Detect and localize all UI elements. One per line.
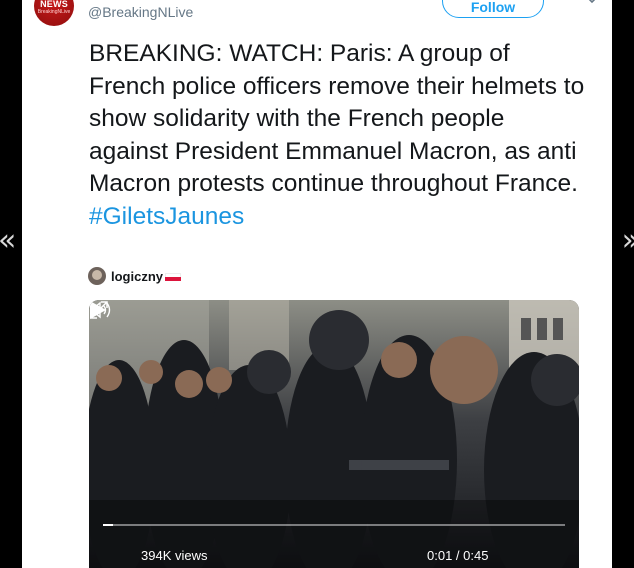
view-count: 394K views [141, 548, 208, 563]
hashtag-link[interactable]: #GiletsJaunes [89, 203, 244, 230]
tweet-card: NEWS BreakingNLive @BreakingNLive Follow… [22, 0, 612, 568]
chevron-down-icon[interactable] [586, 0, 598, 4]
account-handle[interactable]: @BreakingNLive [88, 4, 193, 20]
expand-icon[interactable] [89, 300, 109, 320]
quoted-author-name: logiczny [111, 268, 164, 284]
video-progress-bar[interactable] [103, 524, 565, 526]
account-avatar[interactable]: NEWS BreakingNLive [34, 0, 74, 26]
poland-flag-icon [165, 273, 182, 281]
video-time: 0:01 / 0:45 [427, 548, 489, 563]
avatar-brand-subtext: BreakingNLive [37, 9, 71, 15]
avatar-brand-text: NEWS [40, 0, 68, 9]
quoted-author-avatar [88, 267, 106, 285]
video-progress-fill [103, 524, 114, 526]
video-player[interactable]: 394K views 0:01 / 0:45 [89, 300, 579, 568]
next-arrow-icon[interactable]: » [622, 226, 634, 256]
previous-arrow-icon[interactable]: « [0, 226, 16, 256]
follow-button[interactable]: Follow [442, 0, 544, 18]
quoted-author[interactable]: logiczny [88, 266, 182, 286]
tweet-text: BREAKING: WATCH: Paris: A group of Frenc… [89, 38, 589, 233]
tweet-body: BREAKING: WATCH: Paris: A group of Frenc… [89, 40, 585, 197]
video-frame [89, 300, 579, 568]
